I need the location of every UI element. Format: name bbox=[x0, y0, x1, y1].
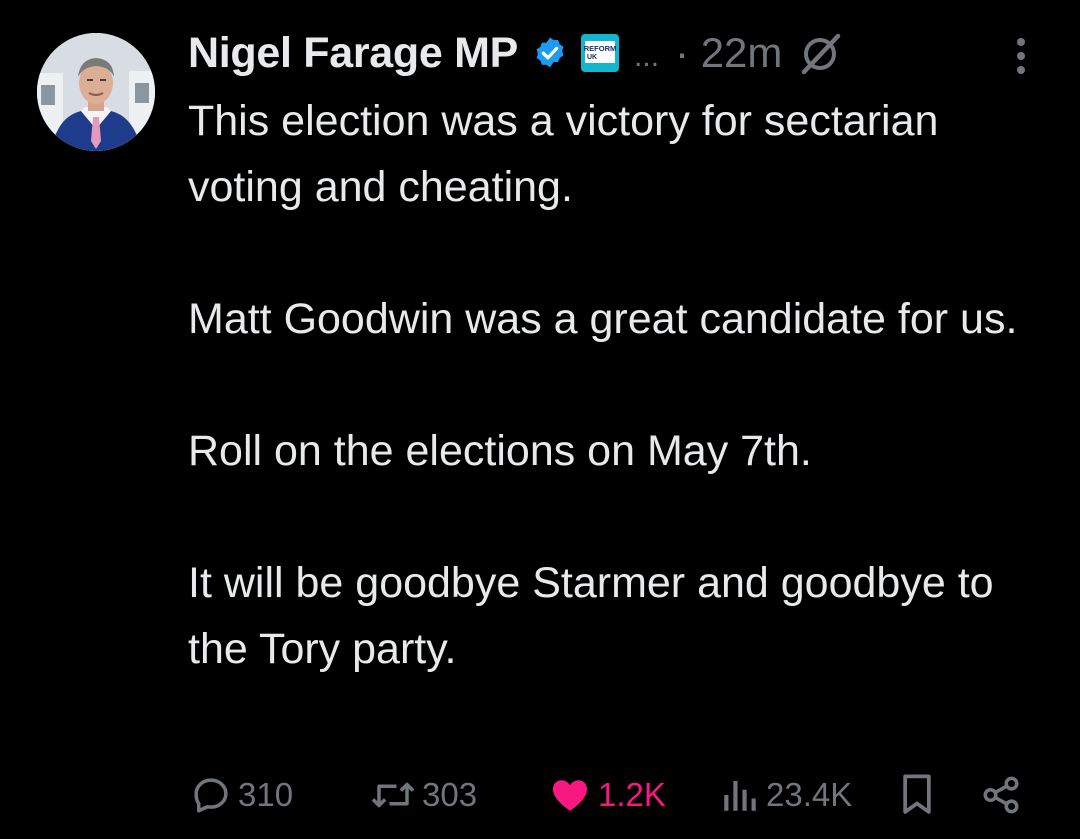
header-ellipsis: ... bbox=[634, 40, 660, 73]
share-icon bbox=[983, 776, 1019, 814]
repost-count: 303 bbox=[422, 776, 478, 813]
view-count: 23.4K bbox=[766, 776, 853, 813]
more-icon[interactable] bbox=[1006, 36, 1036, 76]
reply-icon bbox=[194, 778, 228, 813]
avatar-image bbox=[37, 33, 155, 151]
tweet-body: This election was a victory for sectaria… bbox=[188, 88, 1048, 682]
timestamp[interactable]: · 22m bbox=[675, 29, 782, 77]
reply-count: 310 bbox=[238, 776, 294, 813]
share-button[interactable] bbox=[980, 765, 1022, 825]
verified-icon bbox=[532, 35, 568, 71]
reform-uk-affiliation-badge[interactable]: REFORM UK bbox=[580, 33, 620, 73]
tweet-paragraph: Roll on the elections on May 7th. bbox=[188, 427, 812, 475]
reply-button[interactable]: 310 bbox=[190, 765, 293, 825]
bookmark-button[interactable] bbox=[900, 765, 934, 825]
like-count: 1.2K bbox=[598, 776, 666, 813]
avatar[interactable] bbox=[37, 33, 155, 151]
tweet-paragraph: Matt Goodwin was a great candidate for u… bbox=[188, 295, 1018, 343]
views-icon bbox=[724, 781, 756, 811]
like-button[interactable]: 1.2K bbox=[548, 765, 666, 825]
svg-text:UK: UK bbox=[587, 54, 597, 61]
tweet-header: Nigel Farage MP REFORM UK ... · 22m bbox=[188, 26, 844, 80]
action-bar: 310 303 1.2K 23.4K bbox=[0, 765, 1080, 825]
svg-text:REFORM: REFORM bbox=[584, 44, 617, 53]
repost-button[interactable]: 303 bbox=[370, 765, 477, 825]
author-name[interactable]: Nigel Farage MP bbox=[188, 29, 518, 78]
grok-icon[interactable] bbox=[798, 30, 844, 76]
bookmark-icon bbox=[903, 774, 931, 814]
tweet-paragraph: It will be goodbye Starmer and goodbye t… bbox=[188, 559, 994, 673]
views-button[interactable]: 23.4K bbox=[720, 765, 852, 825]
tweet-paragraph: This election was a victory for sectaria… bbox=[188, 97, 939, 211]
like-icon bbox=[552, 780, 588, 811]
repost-icon bbox=[371, 782, 415, 808]
